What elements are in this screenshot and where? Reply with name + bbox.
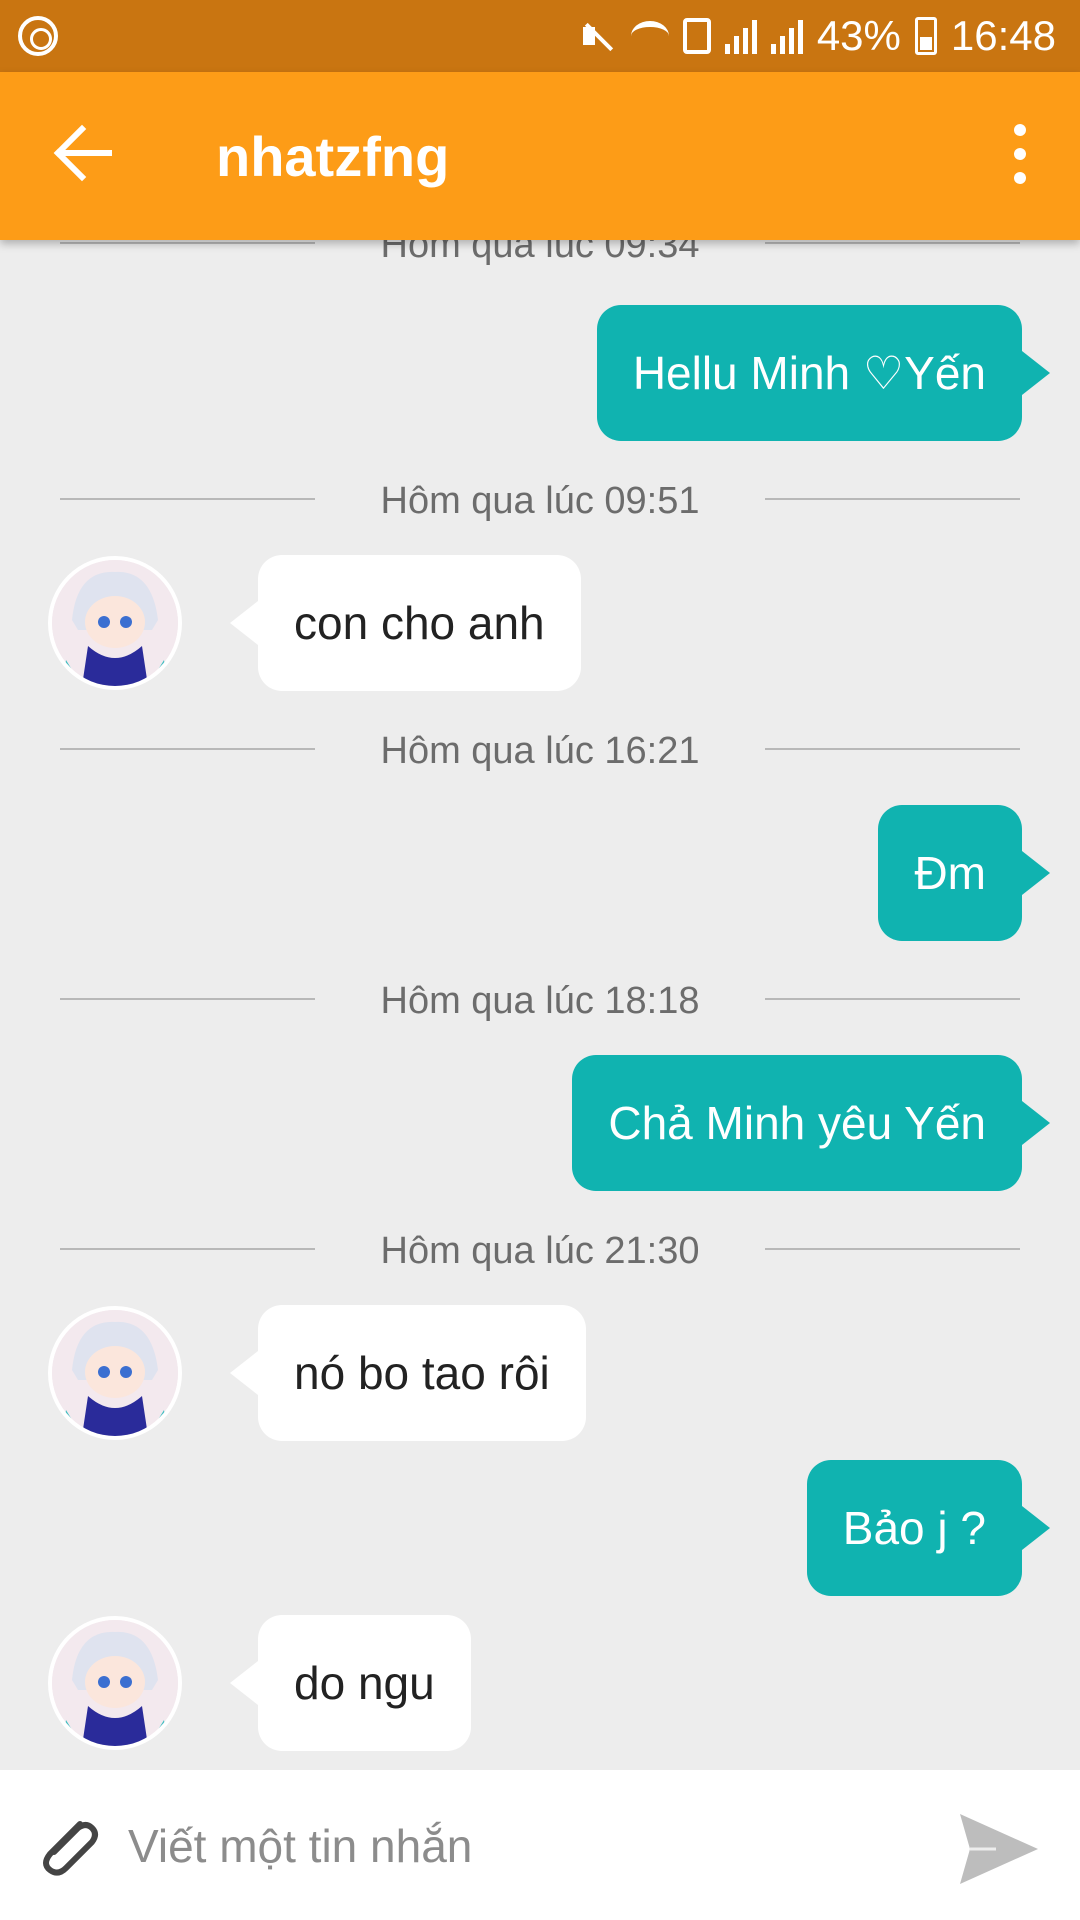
outgoing-message[interactable]: Đm: [878, 805, 1050, 941]
conversation-title: nhatzfng: [216, 125, 450, 188]
send-icon[interactable]: [956, 1810, 1042, 1888]
incoming-message[interactable]: do ngu: [230, 1615, 471, 1751]
avatar[interactable]: [48, 1306, 182, 1440]
incoming-message[interactable]: nó bo tao rôi: [230, 1305, 586, 1441]
wifi-icon: [630, 21, 669, 51]
message-composer: [0, 1770, 1080, 1920]
time-divider: Hôm qua lúc 16:21: [60, 730, 1020, 772]
clock: 16:48: [950, 12, 1056, 59]
avatar[interactable]: [48, 1616, 182, 1750]
avatar[interactable]: [48, 556, 182, 690]
outgoing-message[interactable]: Bảo j ?: [806, 1460, 1051, 1596]
time-divider: Hôm qua lúc 09:34: [60, 240, 1020, 266]
time-divider: Hôm qua lúc 18:18: [60, 980, 1020, 1022]
incoming-message[interactable]: con cho anh: [230, 555, 581, 691]
sim-icon: [682, 18, 711, 54]
status-icons: 43% 16:48: [579, 0, 1056, 72]
signal-icon: [770, 18, 803, 54]
message-list[interactable]: Hôm qua lúc 09:34 Hellu Minh ♡Yến Hôm qu…: [0, 240, 1080, 1770]
outgoing-message[interactable]: Hellu Minh ♡Yến: [596, 305, 1051, 441]
signal-icon: [724, 18, 757, 54]
status-bar: 43% 16:48: [0, 0, 1080, 72]
paperclip-icon[interactable]: [28, 1806, 108, 1886]
time-divider: Hôm qua lúc 09:51: [60, 480, 1020, 522]
battery-percent: 43%: [816, 12, 901, 59]
mute-icon: [579, 17, 617, 55]
time-divider: Hôm qua lúc 21:30: [60, 1230, 1020, 1272]
battery-icon: [914, 17, 937, 55]
more-vert-icon[interactable]: [1000, 124, 1040, 184]
app-bar: nhatzfng: [0, 72, 1080, 240]
app-notification-icon: [18, 16, 58, 56]
message-input[interactable]: [128, 1806, 928, 1886]
outgoing-message[interactable]: Chả Minh yêu Yến: [572, 1055, 1050, 1191]
arrow-left-icon[interactable]: [52, 122, 122, 182]
